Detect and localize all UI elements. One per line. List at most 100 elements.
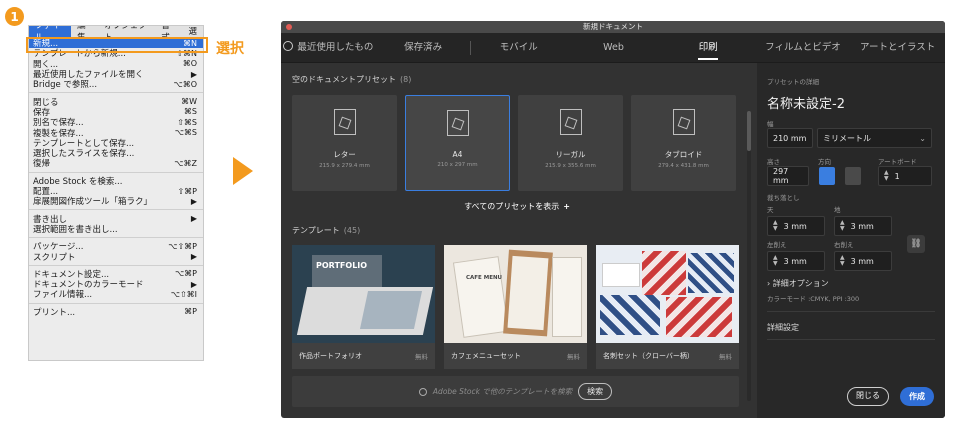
menu-item-shortcut: ▶ [190, 251, 197, 261]
template-card-business-cards[interactable]: 名刺セット（クローバー柄） 無料 [596, 245, 739, 369]
bleed-bottom-stepper[interactable]: ▲ ▼ 3 mm [834, 216, 892, 236]
menu-item-label: 選択範囲を書き出し... [33, 224, 118, 235]
more-settings-button[interactable]: 詳細設定 [767, 322, 799, 333]
bleed-bottom-label: 地 [834, 206, 841, 214]
dialog-titlebar: 新規ドキュメント [281, 21, 945, 33]
select-callout: 選択 [216, 41, 244, 57]
color-mode-summary: カラーモード :CMYK, PPI :300 [767, 295, 860, 303]
preset-card[interactable]: タブロイド 279.4 x 431.8 mm [631, 95, 736, 191]
menu-item[interactable]: スクリプト ▶ [29, 251, 203, 263]
tab-label: フィルムとビデオ [765, 41, 841, 53]
template-caption: カフェメニューセット 無料 [444, 343, 587, 369]
menu-item-label: 復帰 [33, 159, 51, 170]
width-value: 210 mm [773, 133, 807, 143]
portrait-orientation-button[interactable] [819, 167, 835, 185]
menu-item-shortcut: ▶ [190, 69, 197, 79]
bleed-right-value: 3 mm [850, 256, 874, 266]
menu-item[interactable]: 復帰 ⌥⌘Z [29, 158, 203, 170]
bleed-right-label: 右削え [834, 241, 854, 249]
preset-name: タブロイド [664, 150, 703, 159]
preset-size: 215.9 x 355.6 mm [545, 163, 596, 169]
scrollbar[interactable] [747, 111, 751, 401]
document-name-field[interactable]: 名称未設定-2 [767, 93, 845, 112]
dialog-title: 新規ドキュメント [583, 22, 643, 31]
menu-item-shortcut: ▶ [190, 214, 197, 224]
menu-item-shortcut: ⌘P [184, 307, 197, 317]
template-name: カフェメニューセット [451, 352, 521, 360]
close-button[interactable]: 閉じる [847, 387, 889, 406]
cafe-thumb-text: CAFE MENU [466, 275, 503, 281]
unit-select[interactable]: ミリメートル ⌄ [817, 128, 932, 148]
scrollbar-thumb[interactable] [747, 111, 751, 151]
height-field[interactable]: 297 mm [767, 166, 809, 186]
menu-item-label: スクリプト [33, 252, 76, 263]
menu-item-shortcut: ⌘W [181, 97, 197, 107]
tab[interactable]: フィルムとビデオ [756, 33, 851, 63]
new-document-dialog: 新規ドキュメント 最近使用したもの 保存済み モバイル Web 印刷 フィルムとビデオ アー… [281, 21, 945, 418]
template-caption: 名刺セット（クローバー柄） 無料 [596, 343, 739, 369]
bleed-left-stepper[interactable]: ▲ ▼ 3 mm [767, 251, 825, 271]
preset-name: A4 [452, 150, 463, 159]
menu-item[interactable]: 扉展開図作成ツール「箱ラク」 ▶ [29, 196, 203, 208]
bleed-label: 裁ち落とし [767, 194, 800, 202]
preset-details-panel: プリセットの詳細 名称未設定-2 幅 210 mm ミリメートル ⌄ 高さ 方向… [757, 63, 945, 418]
height-label: 高さ [767, 158, 780, 166]
tab[interactable]: アートとイラスト [850, 33, 945, 63]
template-thumbnail: CAFE MENU [444, 245, 587, 343]
menu-item-label: ファイル情報... [33, 290, 93, 301]
menu-item-shortcut: ⌥⌘O [173, 79, 197, 89]
menu-item-label: プリント... [33, 307, 76, 318]
menu-separator [29, 92, 203, 94]
show-all-presets-button[interactable]: すべてのプリセットを表示 + [281, 201, 753, 212]
divider [767, 311, 935, 312]
bleed-bottom-value: 3 mm [850, 221, 874, 231]
preset-card[interactable]: レター 215.9 x 279.4 mm [292, 95, 397, 191]
template-thumbnail: PORTFOLIO [292, 245, 435, 343]
menu-item[interactable]: 選択範囲を書き出し... [29, 224, 203, 235]
menu-item[interactable]: プリント... ⌘P [29, 307, 203, 318]
stepper-arrows-icon: ▲ ▼ [773, 254, 778, 267]
width-field[interactable]: 210 mm [767, 128, 813, 148]
tab[interactable]: 保存済み [376, 33, 471, 63]
tab[interactable]: 最近使用したもの [281, 33, 376, 63]
link-icon[interactable]: ⛓ [907, 235, 925, 253]
menu-item[interactable]: Bridge で参照... ⌥⌘O [29, 79, 203, 91]
menubar-item[interactable]: 選 [183, 26, 204, 38]
create-button[interactable]: 作成 [900, 387, 934, 406]
menu-item[interactable]: 閉じる ⌘W [29, 96, 203, 108]
preset-content: 空のドキュメントプリセット (8) レター 215.9 x 279.4 mm A4 21… [281, 63, 753, 418]
search-button[interactable]: 検索 [578, 383, 613, 400]
artboard-stepper[interactable]: ▲ ▼ 1 [878, 166, 932, 186]
stepper-arrows-icon: ▲ ▼ [840, 254, 845, 267]
template-card-portfolio[interactable]: PORTFOLIO 作品ポートフォリオ 無料 [292, 245, 435, 369]
menu-separator [29, 209, 203, 211]
stepper-arrows-icon: ▲ ▼ [840, 219, 845, 232]
bleed-top-label: 天 [767, 206, 774, 214]
advanced-options-toggle[interactable]: › 詳細オプション [767, 278, 829, 289]
stepper-arrows-icon: ▲ ▼ [773, 219, 778, 232]
preset-card[interactable]: リーガル 215.9 x 355.6 mm [518, 95, 623, 191]
highlight-frame [26, 37, 208, 53]
tab-label: モバイル [499, 41, 538, 53]
tab[interactable]: モバイル [471, 33, 566, 63]
height-value: 297 mm [773, 167, 789, 185]
menu-item-shortcut: ⌥⌘Z [174, 158, 197, 168]
bleed-top-stepper[interactable]: ▲ ▼ 3 mm [767, 216, 825, 236]
menu-item-shortcut: ⌘O [182, 59, 197, 69]
unit-value: ミリメートル [823, 133, 871, 143]
search-placeholder[interactable]: Adobe Stock で他のテンプレートを検索 [433, 386, 572, 397]
template-card-cafe-menu[interactable]: CAFE MENU カフェメニューセット 無料 [444, 245, 587, 369]
template-price: 無料 [719, 353, 732, 361]
file-menu-list: 新規... ⌘N テンプレートから新規... ⇧⌘N 開く... ⌘O 最近使用したファイル… [29, 38, 203, 318]
bleed-right-stepper[interactable]: ▲ ▼ 3 mm [834, 251, 892, 271]
close-window-icon[interactable] [286, 24, 292, 30]
menu-item[interactable]: ファイル情報... ⌥⇧⌘I [29, 289, 203, 301]
tab[interactable]: Web [566, 33, 661, 63]
preset-card[interactable]: A4 210 x 297 mm [405, 95, 510, 191]
menu-item[interactable]: 選択したスライスを保存... [29, 148, 203, 159]
landscape-orientation-button[interactable] [845, 167, 861, 185]
document-preset-icon [559, 109, 582, 135]
tab[interactable]: 印刷 [661, 33, 756, 63]
stock-search-bar[interactable]: Adobe Stock で他のテンプレートを検索 検索 [292, 376, 739, 407]
menu-item-shortcut: ⌥⌘S [174, 128, 197, 138]
